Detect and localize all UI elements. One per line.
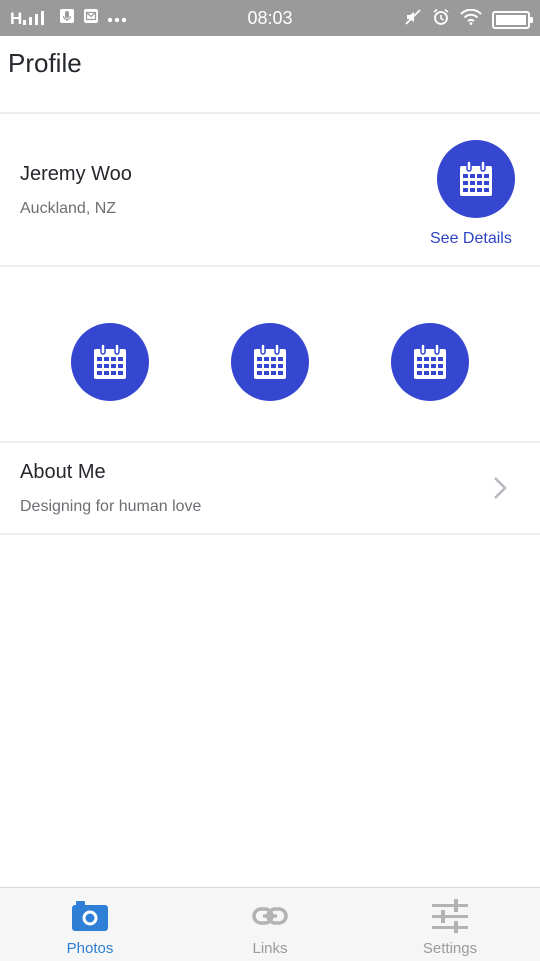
- alarm-icon: [432, 8, 450, 31]
- bottom-navigation: Photos Links Settings: [0, 887, 540, 961]
- about-me-subtitle: Designing for human love: [20, 498, 202, 515]
- calendar-icon: [414, 344, 446, 379]
- nav-label-links: Links: [252, 940, 288, 957]
- calendar-icon: [94, 344, 126, 379]
- profile-calendar-button[interactable]: [437, 140, 515, 218]
- page-title: Profile: [8, 48, 82, 78]
- nav-item-settings[interactable]: Settings: [360, 888, 540, 961]
- nav-label-photos: Photos: [66, 940, 114, 957]
- calendar-icon: [460, 161, 492, 196]
- profile-name: Jeremy Woo: [20, 163, 132, 185]
- divider: [0, 112, 540, 114]
- status-bar: H 08:03: [0, 0, 540, 36]
- chevron-right-icon: [493, 476, 507, 505]
- status-right: [404, 8, 533, 31]
- mute-icon: [404, 8, 422, 31]
- nav-item-links[interactable]: Links: [180, 888, 360, 961]
- see-details-link[interactable]: See Details: [430, 230, 512, 248]
- about-me-title: About Me: [20, 461, 106, 483]
- sliders-icon: [432, 899, 468, 933]
- nav-item-photos[interactable]: Photos: [0, 888, 180, 961]
- about-me-row[interactable]: [0, 443, 540, 533]
- quick-action-button-2[interactable]: [231, 323, 309, 401]
- profile-location: Auckland, NZ: [20, 200, 117, 217]
- battery-icon: [492, 10, 533, 29]
- quick-action-button-3[interactable]: [391, 323, 469, 401]
- quick-action-button-1[interactable]: [71, 323, 149, 401]
- link-icon: [252, 900, 288, 932]
- camera-icon: [72, 900, 108, 932]
- nav-label-settings: Settings: [422, 940, 478, 957]
- calendar-icon: [254, 344, 286, 379]
- divider: [0, 533, 540, 535]
- divider: [0, 265, 540, 267]
- wifi-icon: [460, 8, 482, 30]
